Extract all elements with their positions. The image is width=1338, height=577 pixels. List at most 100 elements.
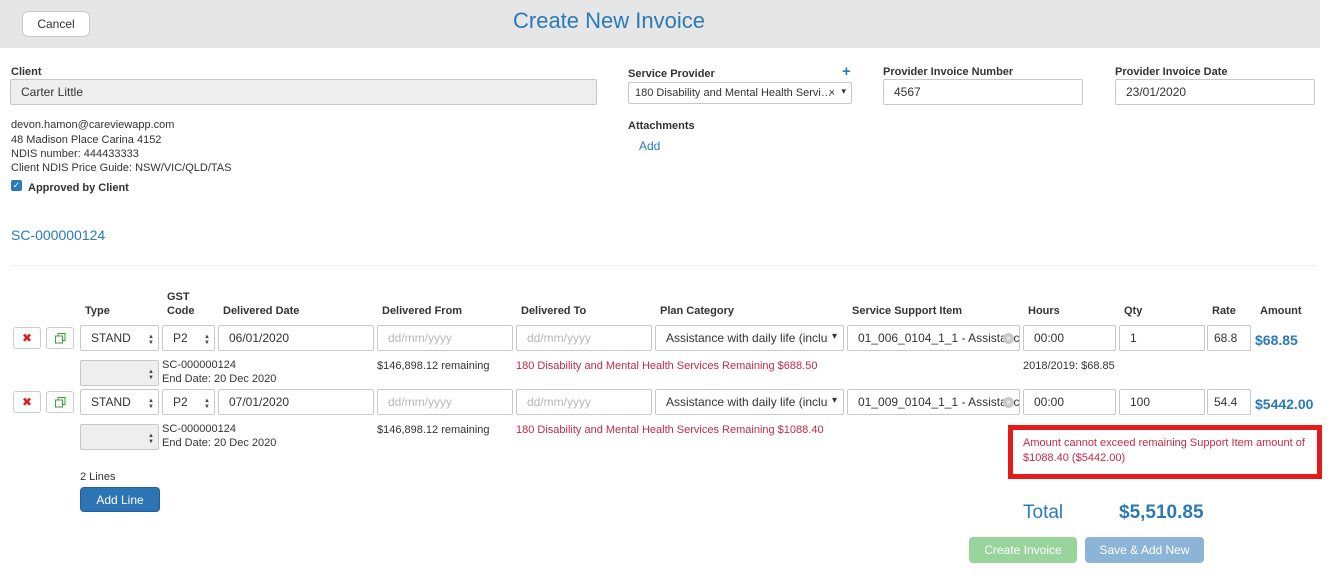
updown-icon: ▲▼ xyxy=(148,334,154,346)
remaining-amount: $146,898.12 remaining xyxy=(377,360,490,372)
header-gst-line2: Code xyxy=(167,305,195,317)
copy-line-button[interactable] xyxy=(46,327,74,349)
client-field[interactable]: Carter Little xyxy=(10,79,597,105)
copy-icon xyxy=(54,396,65,407)
page-title: Create New Invoice xyxy=(513,8,705,33)
rate-input[interactable]: 68.8 xyxy=(1207,325,1251,351)
provider-invoice-number-value: 4567 xyxy=(894,85,921,99)
attachments-label: Attachments xyxy=(628,120,695,132)
total-value: $5,510.85 xyxy=(1119,502,1204,523)
updown-icon: ▲▼ xyxy=(204,398,210,410)
plan-category-select[interactable]: Assistance with daily life (inclu ▾ xyxy=(655,325,844,351)
header-delivered-from: Delivered From xyxy=(382,305,463,317)
rate-input[interactable]: 54.4 xyxy=(1207,389,1251,415)
header-hours: Hours xyxy=(1028,305,1060,317)
client-address: 48 Madison Place Carina 4152 xyxy=(11,134,162,146)
delivered-date-input[interactable]: 06/01/2020 xyxy=(218,325,374,351)
delivered-date-value: 07/01/2020 xyxy=(229,395,290,409)
delivered-to-input[interactable]: dd/mm/yyyy xyxy=(516,389,652,415)
header-qty: Qty xyxy=(1124,305,1143,317)
service-provider-label: Service Provider xyxy=(628,68,715,80)
header-amount: Amount xyxy=(1260,305,1302,317)
client-label: Client xyxy=(11,66,42,78)
provider-invoice-date-input[interactable]: 23/01/2020 xyxy=(1115,79,1315,105)
qty-value: 1 xyxy=(1130,331,1137,345)
provider-remaining: 180 Disability and Mental Health Service… xyxy=(516,424,824,436)
copy-icon xyxy=(54,332,65,343)
header-gst-line1: GST xyxy=(167,291,190,303)
plan-category-select[interactable]: Assistance with daily life (inclu ▾ xyxy=(655,389,844,415)
hours-input[interactable]: 00:00 xyxy=(1023,389,1116,415)
copy-line-button[interactable] xyxy=(46,391,74,413)
qty-value: 100 xyxy=(1130,395,1151,409)
client-email: devon.hamon@careviewapp.com xyxy=(11,119,175,131)
support-item-select[interactable]: 01_006_0104_1_1 - Assistance × xyxy=(847,325,1020,351)
updown-icon: ▲▼ xyxy=(148,398,154,410)
lines-count: 2 Lines xyxy=(80,471,116,483)
rate-value: 54.4 xyxy=(1214,395,1238,409)
sub-type-select: ▲▼ xyxy=(80,360,159,386)
sub-type-select: ▲▼ xyxy=(80,424,159,450)
sub-service-code: SC-000000124 xyxy=(162,423,237,435)
chevron-down-icon: ▾ xyxy=(841,86,846,96)
clear-provider-icon[interactable]: × xyxy=(829,87,835,99)
delete-line-button[interactable]: ✖ xyxy=(13,391,41,413)
rate-note: 2018/2019: $68.85 xyxy=(1023,360,1115,372)
delivered-from-placeholder: dd/mm/yyyy xyxy=(388,395,453,409)
qty-input[interactable]: 1 xyxy=(1119,325,1205,351)
approved-label: Approved by Client xyxy=(28,182,129,194)
client-price-guide: Client NDIS Price Guide: NSW/VIC/QLD/TAS xyxy=(11,162,232,174)
service-provider-select[interactable]: 180 Disability and Mental Health Servi… … xyxy=(628,82,852,104)
gst-select[interactable]: P2 ▲▼ xyxy=(162,389,215,415)
client-ndis-number: NDIS number: 444433333 xyxy=(11,148,139,160)
clear-icon[interactable]: × xyxy=(1003,397,1014,408)
add-provider-icon[interactable]: + xyxy=(842,63,851,80)
provider-invoice-number-input[interactable]: 4567 xyxy=(883,79,1083,105)
clear-icon[interactable]: × xyxy=(1003,333,1014,344)
hours-value: 00:00 xyxy=(1034,395,1065,409)
delivered-from-input[interactable]: dd/mm/yyyy xyxy=(377,389,513,415)
provider-invoice-number-label: Provider Invoice Number xyxy=(883,66,1014,78)
delivered-to-placeholder: dd/mm/yyyy xyxy=(527,395,592,409)
sub-end-date: End Date: 20 Dec 2020 xyxy=(162,437,277,449)
save-add-new-button[interactable]: Save & Add New xyxy=(1085,537,1204,563)
delete-icon: ✖ xyxy=(21,395,33,409)
type-select[interactable]: STAND ▲▼ xyxy=(80,325,159,351)
sub-end-date: End Date: 20 Dec 2020 xyxy=(162,373,277,385)
type-value: STAND xyxy=(91,395,131,409)
add-line-button[interactable]: Add Line xyxy=(80,487,160,512)
delete-line-button[interactable]: ✖ xyxy=(13,327,41,349)
gst-select[interactable]: P2 ▲▼ xyxy=(162,325,215,351)
updown-icon: ▲▼ xyxy=(204,334,210,346)
delivered-date-input[interactable]: 07/01/2020 xyxy=(218,389,374,415)
total-label: Total xyxy=(1023,502,1064,523)
service-code-link[interactable]: SC-000000124 xyxy=(11,227,105,243)
delivered-date-value: 06/01/2020 xyxy=(229,331,290,345)
line-amount: $68.85 xyxy=(1255,332,1298,348)
support-item-select[interactable]: 01_009_0104_1_1 - Assistance × xyxy=(847,389,1020,415)
delivered-to-input[interactable]: dd/mm/yyyy xyxy=(516,325,652,351)
delivered-to-placeholder: dd/mm/yyyy xyxy=(527,331,592,345)
hours-value: 00:00 xyxy=(1034,331,1065,345)
approved-checkbox[interactable]: ✓ xyxy=(11,180,22,191)
type-select[interactable]: STAND ▲▼ xyxy=(80,389,159,415)
provider-remaining: 180 Disability and Mental Health Service… xyxy=(516,360,818,372)
header-delivered-to: Delivered To xyxy=(521,305,587,317)
plan-category-value: Assistance with daily life (inclu xyxy=(666,395,828,409)
chevron-down-icon: ▾ xyxy=(831,395,837,406)
hours-input[interactable]: 00:00 xyxy=(1023,325,1116,351)
delete-icon: ✖ xyxy=(21,331,33,345)
add-attachment-link[interactable]: Add xyxy=(639,139,660,153)
divider xyxy=(10,265,1316,266)
create-invoice-button[interactable]: Create Invoice xyxy=(969,537,1077,563)
client-value: Carter Little xyxy=(21,85,84,99)
support-item-value: 01_006_0104_1_1 - Assistance xyxy=(858,331,1020,345)
error-message: Amount cannot exceed remaining Support I… xyxy=(1008,425,1322,479)
chevron-down-icon: ▾ xyxy=(831,331,837,342)
delivered-from-input[interactable]: dd/mm/yyyy xyxy=(377,325,513,351)
gst-value: P2 xyxy=(173,331,188,345)
qty-input[interactable]: 100 xyxy=(1119,389,1205,415)
gst-value: P2 xyxy=(173,395,188,409)
remaining-amount: $146,898.12 remaining xyxy=(377,424,490,436)
header-rate: Rate xyxy=(1212,305,1236,317)
